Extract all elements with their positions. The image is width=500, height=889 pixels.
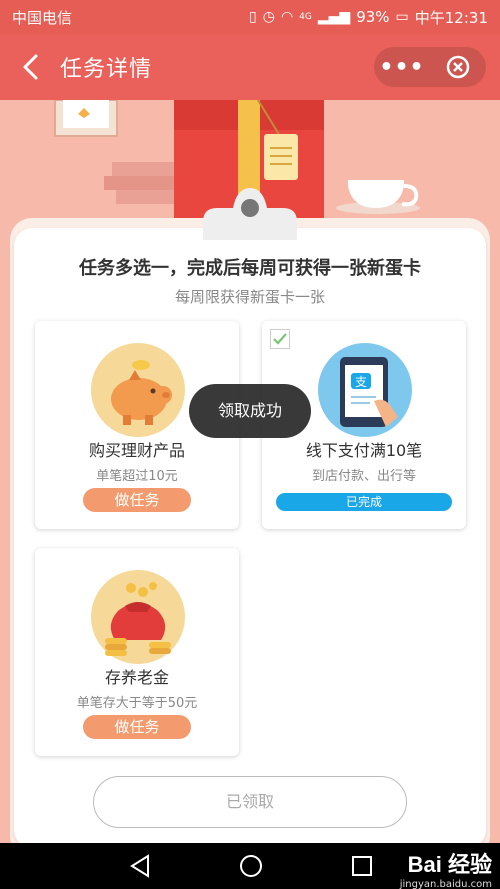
task-checkbox[interactable] bbox=[270, 329, 290, 349]
clip-icon bbox=[203, 188, 297, 240]
task-desc: 单笔超过10元 bbox=[96, 469, 178, 484]
task-name: 存养老金 bbox=[104, 668, 169, 687]
success-toast: 领取成功 bbox=[189, 384, 311, 438]
page-title: 任务详情 bbox=[60, 57, 153, 82]
clock: 中午12:31 bbox=[414, 8, 488, 27]
wifi-icon: ◠ bbox=[280, 9, 294, 25]
more-icon[interactable]: ••• bbox=[374, 55, 430, 80]
task-headline: 任务多选一，完成后每周可获得一张新蛋卡 bbox=[79, 258, 421, 279]
do-task-button[interactable]: 做任务 bbox=[83, 715, 191, 739]
money-bag-icon bbox=[91, 570, 185, 664]
task-name: 线下支付满10笔 bbox=[305, 441, 423, 460]
vibrate-icon: ▯ bbox=[249, 9, 257, 25]
alarm-icon: ◷ bbox=[262, 9, 275, 25]
triangle-back-icon[interactable] bbox=[128, 853, 152, 879]
svg-text:支: 支 bbox=[355, 375, 367, 389]
back-arrow-icon[interactable] bbox=[0, 34, 60, 100]
piggy-bank-icon bbox=[91, 343, 185, 437]
task-desc: 单笔存大于等于50元 bbox=[76, 696, 198, 711]
completed-badge: 已完成 bbox=[276, 493, 452, 511]
task-desc: 到店付款、出行等 bbox=[311, 469, 416, 484]
do-task-button[interactable]: 做任务 bbox=[83, 488, 191, 512]
network-type: 4G bbox=[299, 12, 312, 22]
close-target-icon[interactable] bbox=[430, 54, 486, 80]
signal-icon: ▂▄▆ bbox=[317, 9, 351, 25]
circle-home-icon[interactable] bbox=[238, 853, 264, 879]
mini-program-capsule: ••• bbox=[374, 47, 486, 87]
status-indicators: ▯ ◷ ◠ 4G ▂▄▆ 93% ▭ 中午12:31 bbox=[249, 7, 488, 28]
task-subline: 每周限获得新蛋卡一张 bbox=[174, 288, 325, 306]
battery-icon: ▭ bbox=[395, 9, 409, 25]
checkmark-icon bbox=[273, 333, 287, 345]
square-recent-icon[interactable] bbox=[350, 853, 374, 879]
system-nav-bar: Bai 经验 jingyan.baidu.com bbox=[0, 843, 500, 889]
task-item-pension[interactable]: 存养老金 单笔存大于等于50元 做任务 bbox=[35, 548, 239, 756]
title-bar: 任务详情 ••• bbox=[0, 34, 500, 100]
alipay-payment-icon: 支 bbox=[318, 343, 412, 437]
claimed-button[interactable]: 已领取 bbox=[93, 776, 407, 828]
carrier-label: 中国电信 bbox=[12, 8, 73, 27]
watermark-url: jingyan.baidu.com bbox=[399, 879, 492, 889]
watermark-brand: Bai 经验 bbox=[407, 852, 492, 877]
status-bar: 中国电信 ▯ ◷ ◠ 4G ▂▄▆ 93% ▭ 中午12:31 bbox=[0, 0, 500, 34]
task-name: 购买理财产品 bbox=[88, 441, 185, 460]
watermark: Bai 经验 jingyan.baidu.com bbox=[400, 847, 492, 889]
battery-percent: 93% bbox=[356, 8, 390, 26]
